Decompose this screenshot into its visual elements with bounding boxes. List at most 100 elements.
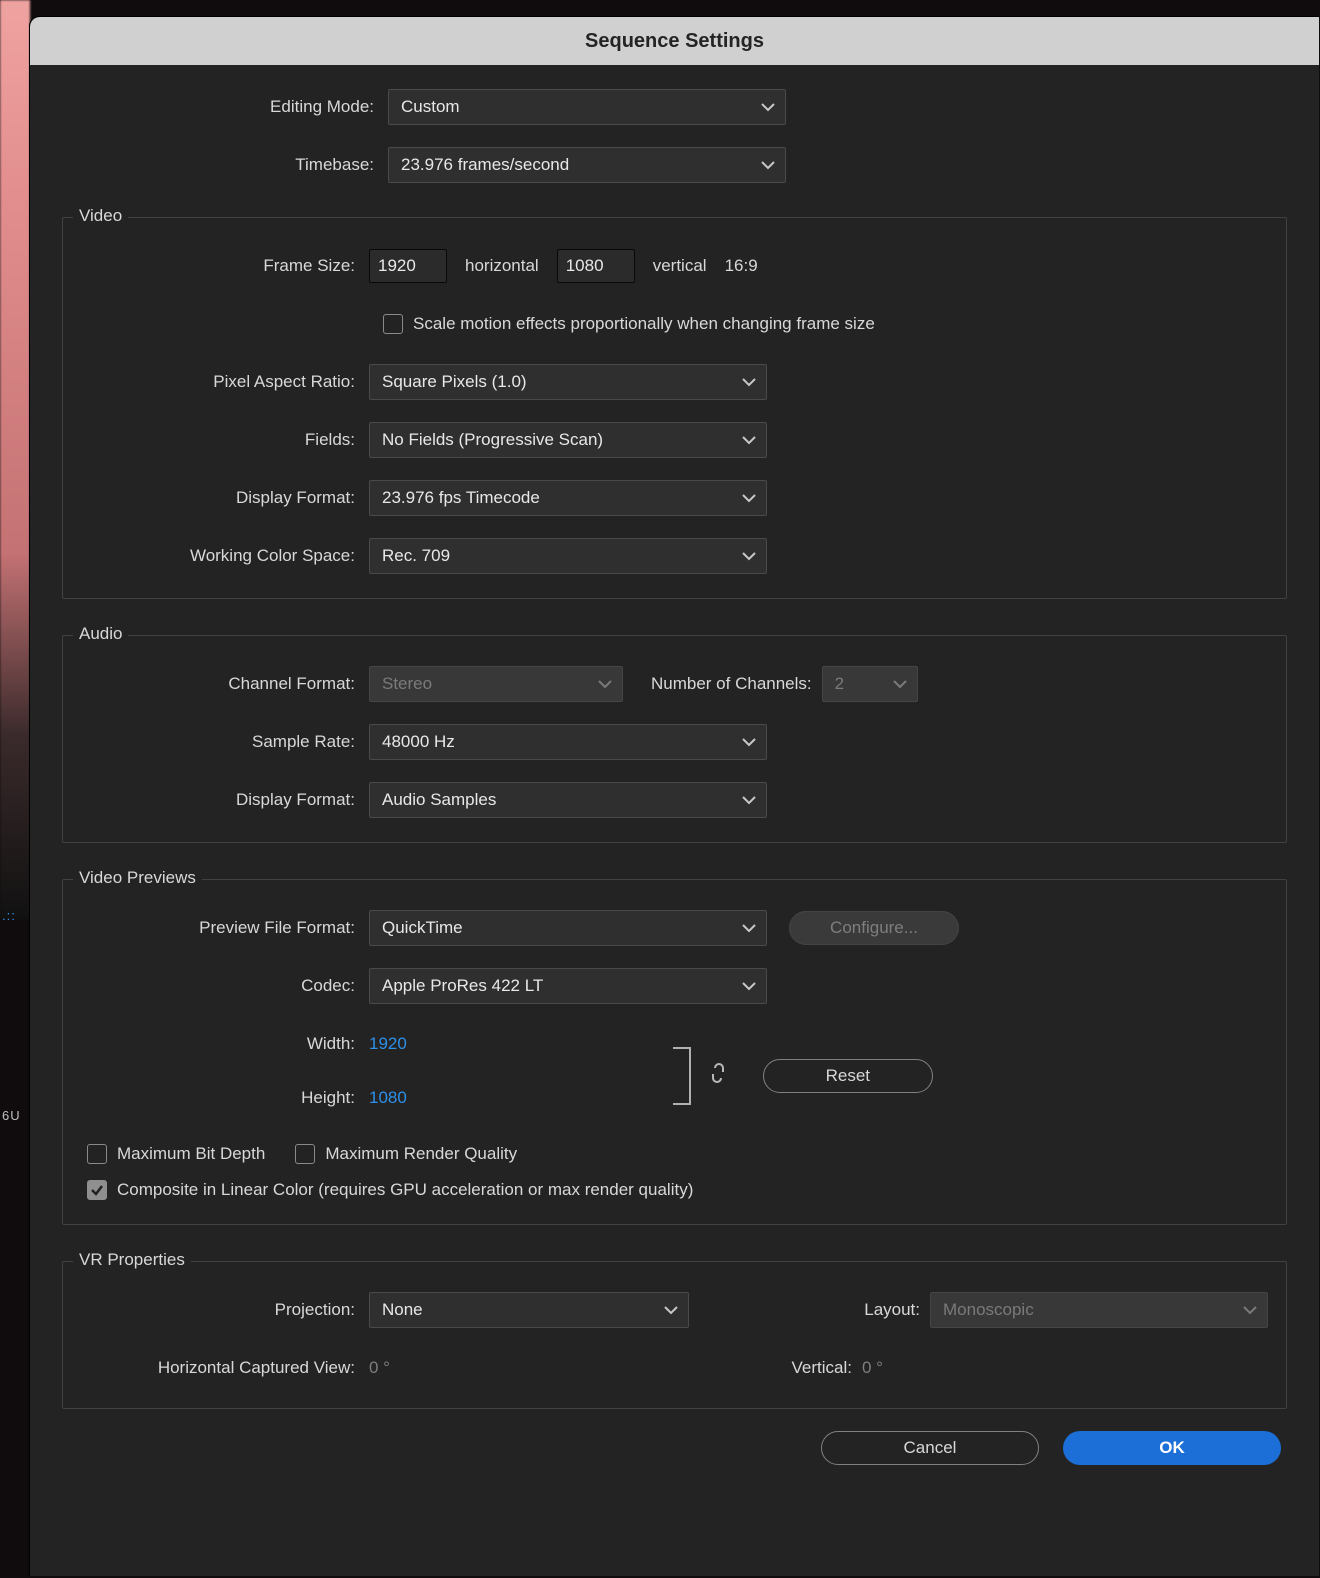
cancel-button[interactable]: Cancel — [821, 1431, 1039, 1465]
chevron-down-icon — [742, 737, 756, 747]
chevron-down-icon — [742, 923, 756, 933]
frame-height-input[interactable]: 1080 — [557, 249, 635, 283]
channel-format-dropdown: Stereo — [369, 666, 623, 702]
projection-value: None — [382, 1300, 423, 1320]
fields-label: Fields: — [81, 430, 369, 450]
layout-value: Monoscopic — [943, 1300, 1034, 1320]
vr-properties-fieldset: VR Properties Projection: None Layout: M… — [62, 1261, 1287, 1409]
channel-format-label: Channel Format: — [81, 674, 369, 694]
frame-width-input[interactable]: 1920 — [369, 249, 447, 283]
background-photo — [0, 0, 30, 920]
bg-text-1: .:: — [2, 908, 16, 923]
fields-value: No Fields (Progressive Scan) — [382, 430, 603, 450]
max-render-quality-label: Maximum Render Quality — [325, 1144, 517, 1164]
chevron-down-icon — [664, 1305, 678, 1315]
editing-mode-dropdown[interactable]: Custom — [388, 89, 786, 125]
preview-file-format-value: QuickTime — [382, 918, 463, 938]
editing-mode-value: Custom — [401, 97, 460, 117]
vert-value: 0 ° — [862, 1358, 883, 1378]
scale-motion-label: Scale motion effects proportionally when… — [413, 314, 875, 334]
chevron-down-icon — [742, 435, 756, 445]
dialog-footer: Cancel OK — [58, 1431, 1291, 1465]
sequence-settings-dialog: Sequence Settings Editing Mode: Custom T… — [29, 16, 1319, 1576]
preview-file-format-dropdown[interactable]: QuickTime — [369, 910, 767, 946]
layout-label: Layout: — [790, 1300, 920, 1320]
preview-width-value[interactable]: 1920 — [369, 1034, 407, 1054]
preview-file-format-label: Preview File Format: — [81, 918, 369, 938]
frame-size-label: Frame Size: — [81, 256, 369, 276]
chevron-down-icon — [742, 795, 756, 805]
par-value: Square Pixels (1.0) — [382, 372, 527, 392]
par-dropdown[interactable]: Square Pixels (1.0) — [369, 364, 767, 400]
timebase-dropdown[interactable]: 23.976 frames/second — [388, 147, 786, 183]
chevron-down-icon — [893, 679, 907, 689]
link-bracket — [673, 1047, 691, 1105]
chevron-down-icon — [598, 679, 612, 689]
projection-dropdown[interactable]: None — [369, 1292, 689, 1328]
frame-height-value: 1080 — [566, 256, 604, 276]
video-previews-legend: Video Previews — [73, 868, 202, 888]
vert-label: Vertical: — [390, 1358, 852, 1378]
aspect-ratio-label: 16:9 — [725, 256, 758, 276]
color-space-label: Working Color Space: — [81, 546, 369, 566]
frame-width-value: 1920 — [378, 256, 416, 276]
video-display-format-label: Display Format: — [81, 488, 369, 508]
configure-button: Configure... — [789, 911, 959, 945]
video-legend: Video — [73, 206, 128, 226]
codec-value: Apple ProRes 422 LT — [382, 976, 543, 996]
link-icon[interactable] — [709, 1062, 727, 1090]
color-space-dropdown[interactable]: Rec. 709 — [369, 538, 767, 574]
vertical-label: vertical — [653, 256, 707, 276]
reset-button[interactable]: Reset — [763, 1059, 933, 1093]
composite-linear-checkbox[interactable] — [87, 1180, 107, 1200]
video-display-format-value: 23.976 fps Timecode — [382, 488, 540, 508]
timebase-value: 23.976 frames/second — [401, 155, 569, 175]
chevron-down-icon — [742, 493, 756, 503]
chevron-down-icon — [742, 377, 756, 387]
projection-label: Projection: — [81, 1300, 369, 1320]
chevron-down-icon — [1243, 1305, 1257, 1315]
fields-dropdown[interactable]: No Fields (Progressive Scan) — [369, 422, 767, 458]
chevron-down-icon — [742, 981, 756, 991]
channel-format-value: Stereo — [382, 674, 432, 694]
layout-dropdown: Monoscopic — [930, 1292, 1268, 1328]
video-fieldset: Video Frame Size: 1920 horizontal 1080 v… — [62, 217, 1287, 599]
preview-height-value[interactable]: 1080 — [369, 1088, 407, 1108]
chevron-down-icon — [761, 160, 775, 170]
composite-linear-label: Composite in Linear Color (requires GPU … — [117, 1180, 693, 1200]
ok-button[interactable]: OK — [1063, 1431, 1281, 1465]
sample-rate-dropdown[interactable]: 48000 Hz — [369, 724, 767, 760]
vr-legend: VR Properties — [73, 1250, 191, 1270]
checkmark-icon — [90, 1183, 104, 1197]
par-label: Pixel Aspect Ratio: — [81, 372, 369, 392]
horizontal-label: horizontal — [465, 256, 539, 276]
num-channels-label: Number of Channels: — [651, 674, 812, 694]
audio-display-format-dropdown[interactable]: Audio Samples — [369, 782, 767, 818]
hcv-value: 0 ° — [369, 1358, 390, 1378]
max-render-quality-checkbox[interactable] — [295, 1144, 315, 1164]
sample-rate-value: 48000 Hz — [382, 732, 455, 752]
sample-rate-label: Sample Rate: — [81, 732, 369, 752]
scale-motion-checkbox[interactable] — [383, 314, 403, 334]
timebase-label: Timebase: — [58, 155, 388, 175]
num-channels-value: 2 — [835, 674, 844, 694]
dialog-title: Sequence Settings — [30, 17, 1319, 65]
audio-legend: Audio — [73, 624, 128, 644]
preview-width-label: Width: — [81, 1034, 369, 1054]
video-display-format-dropdown[interactable]: 23.976 fps Timecode — [369, 480, 767, 516]
editing-mode-label: Editing Mode: — [58, 97, 388, 117]
max-bit-depth-label: Maximum Bit Depth — [117, 1144, 265, 1164]
codec-label: Codec: — [81, 976, 369, 996]
audio-display-format-value: Audio Samples — [382, 790, 496, 810]
color-space-value: Rec. 709 — [382, 546, 450, 566]
hcv-label: Horizontal Captured View: — [81, 1358, 369, 1378]
audio-display-format-label: Display Format: — [81, 790, 369, 810]
bg-text-2: 6U — [2, 1108, 21, 1123]
codec-dropdown[interactable]: Apple ProRes 422 LT — [369, 968, 767, 1004]
num-channels-dropdown: 2 — [822, 666, 918, 702]
video-previews-fieldset: Video Previews Preview File Format: Quic… — [62, 879, 1287, 1225]
chevron-down-icon — [742, 551, 756, 561]
chevron-down-icon — [761, 102, 775, 112]
max-bit-depth-checkbox[interactable] — [87, 1144, 107, 1164]
preview-height-label: Height: — [81, 1088, 369, 1108]
